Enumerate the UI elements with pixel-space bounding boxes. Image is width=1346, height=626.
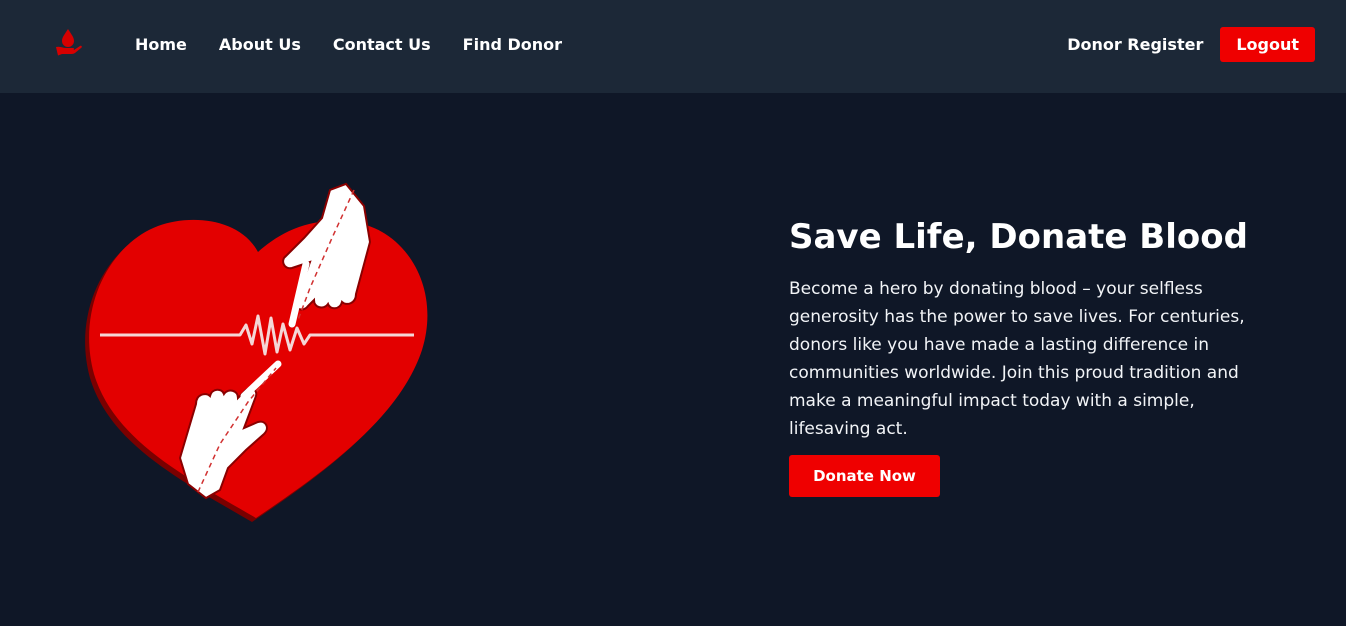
donate-now-button[interactable]: Donate Now (789, 455, 940, 497)
nav-link-find-donor[interactable]: Find Donor (463, 35, 562, 54)
navbar: Home About Us Contact Us Find Donor Dono… (0, 0, 1346, 93)
logout-button[interactable]: Logout (1220, 27, 1315, 62)
donor-register-link[interactable]: Donor Register (1067, 35, 1203, 54)
nav-link-contact-us[interactable]: Contact Us (333, 35, 431, 54)
nav-actions: Donor Register Logout (1067, 27, 1315, 62)
hero-title: Save Life, Donate Blood (789, 217, 1248, 257)
hero-section: Save Life, Donate Blood Become a hero by… (789, 216, 1289, 497)
heart-hands-heartbeat-icon (80, 178, 440, 523)
blood-drop-hand-icon[interactable] (52, 26, 84, 58)
nav-link-home[interactable]: Home (135, 35, 187, 54)
nav-link-about-us[interactable]: About Us (219, 35, 301, 54)
main-nav: Home About Us Contact Us Find Donor (135, 0, 562, 89)
hero-description: Become a hero by donating blood – your s… (789, 279, 1245, 439)
